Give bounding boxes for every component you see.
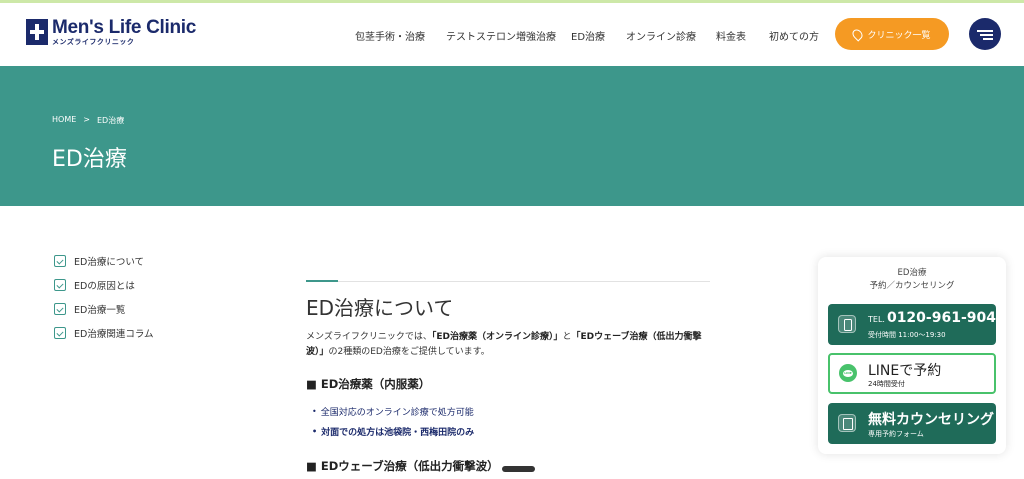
page-hero: HOME > ED治療 ED治療 <box>0 66 1024 206</box>
hamburger-menu-icon <box>977 30 993 32</box>
subheading-medication: ■ ED治療薬（内服薬） <box>306 377 431 391</box>
breadcrumb-home[interactable]: HOME <box>52 115 76 126</box>
site-logo[interactable]: Men's Life Clinic メンズライフクリニック <box>26 18 196 46</box>
hamburger-line <box>983 38 993 40</box>
nav-item-ed[interactable]: ED治療 <box>571 28 605 43</box>
line-icon: LINE <box>839 364 857 382</box>
phone-reserve-button[interactable]: TEL. 0120-961-904 受付時間 11:00～19:30 <box>828 304 996 345</box>
sidebar-item-list[interactable]: ED治療一覧 <box>54 297 154 321</box>
sidebar-item-label: ED治療一覧 <box>74 305 126 316</box>
nav-item-online[interactable]: オンライン診療 <box>626 28 696 43</box>
counseling-title: 無料カウンセリング <box>868 412 994 428</box>
counseling-sub: 専用予約フォーム <box>868 430 924 438</box>
intro-suffix: の2種類のED治療をご提供しています。 <box>328 347 490 357</box>
logo-main-text: Men's Life Clinic <box>52 17 197 38</box>
line-reserve-title: LINEで予約 <box>868 363 942 379</box>
intro-prefix: メンズライフクリニックでは、 <box>306 332 432 342</box>
medication-bullet-list: 全国対応のオンライン診療で処方可能 対面での処方は池袋院・西梅田院のみ <box>312 401 474 441</box>
tel-prefix: TEL. <box>868 315 885 324</box>
list-item: 対面での処方は池袋院・西梅田院のみ <box>312 421 474 441</box>
site-header: Men's Life Clinic メンズライフクリニック 包茎手術・治療 テス… <box>0 3 1024 66</box>
line-icon-text: LINE <box>843 370 853 377</box>
location-pin-icon <box>850 26 866 42</box>
logo-sub-text: メンズライフクリニック <box>52 38 135 46</box>
checkbox-icon <box>54 327 66 339</box>
hamburger-menu-button[interactable] <box>969 18 1001 50</box>
nav-item-testosterone[interactable]: テストステロン増強治療 <box>446 28 556 43</box>
section-divider-accent <box>306 280 338 282</box>
checkbox-icon <box>54 255 66 267</box>
nav-item-price[interactable]: 料金表 <box>716 28 746 43</box>
logo-text: Men's Life Clinic メンズライフクリニック <box>52 18 196 46</box>
breadcrumb-separator: > <box>83 115 90 124</box>
clinic-list-button[interactable]: クリニック一覧 <box>835 18 949 50</box>
checkbox-icon <box>54 279 66 291</box>
reservation-panel: ED治療 予約／カウンセリング TEL. 0120-961-904 受付時間 11… <box>818 257 1006 454</box>
line-reserve-button[interactable]: LINE LINEで予約 24時間受付 <box>828 353 996 394</box>
nav-item-phimosis[interactable]: 包茎手術・治療 <box>355 28 425 43</box>
section-title: ED治療について <box>306 296 454 320</box>
scroll-indicator[interactable] <box>502 466 535 472</box>
phone-icon <box>838 315 856 333</box>
counseling-button[interactable]: 無料カウンセリング 専用予約フォーム <box>828 403 996 444</box>
phone-hours: 受付時間 11:00～19:30 <box>868 331 946 339</box>
sidebar-item-about[interactable]: ED治療について <box>54 249 154 273</box>
subheading-wave-therapy: ■ EDウェーブ治療（低出力衝撃波） <box>306 459 499 473</box>
nav-item-first-time[interactable]: 初めての方 <box>769 28 819 43</box>
sidebar-anchor-nav: ED治療について EDの原因とは ED治療一覧 ED治療関連コラム <box>54 249 154 345</box>
clinic-list-label: クリニック一覧 <box>867 30 931 41</box>
phone-number-line: TEL. 0120-961-904 <box>868 310 996 326</box>
hamburger-line <box>980 34 993 36</box>
form-icon <box>838 414 856 432</box>
checkbox-icon <box>54 303 66 315</box>
sidebar-item-columns[interactable]: ED治療関連コラム <box>54 321 154 345</box>
list-item: 全国対応のオンライン診療で処方可能 <box>312 401 474 421</box>
section-intro: メンズライフクリニックでは、「ED治療薬（オンライン診療）」と「EDウェーブ治療… <box>306 330 716 360</box>
sidebar-item-label: ED治療について <box>74 257 145 268</box>
sidebar-item-causes[interactable]: EDの原因とは <box>54 273 154 297</box>
breadcrumb: HOME > ED治療 <box>52 115 124 126</box>
panel-label-subtitle: 予約／カウンセリング <box>869 281 955 291</box>
phone-number: 0120-961-904 <box>886 310 996 326</box>
intro-highlight-medication: 「ED治療薬（オンライン診療）」 <box>431 332 563 342</box>
sidebar-item-label: ED治療関連コラム <box>74 329 154 340</box>
logo-cross-icon <box>26 19 48 45</box>
page-title: ED治療 <box>52 147 127 172</box>
panel-label-title: ED治療 <box>897 268 927 278</box>
line-reserve-sub: 24時間受付 <box>868 380 905 388</box>
breadcrumb-current: ED治療 <box>96 116 125 125</box>
section-divider <box>306 281 710 282</box>
sidebar-item-label: EDの原因とは <box>74 281 135 292</box>
